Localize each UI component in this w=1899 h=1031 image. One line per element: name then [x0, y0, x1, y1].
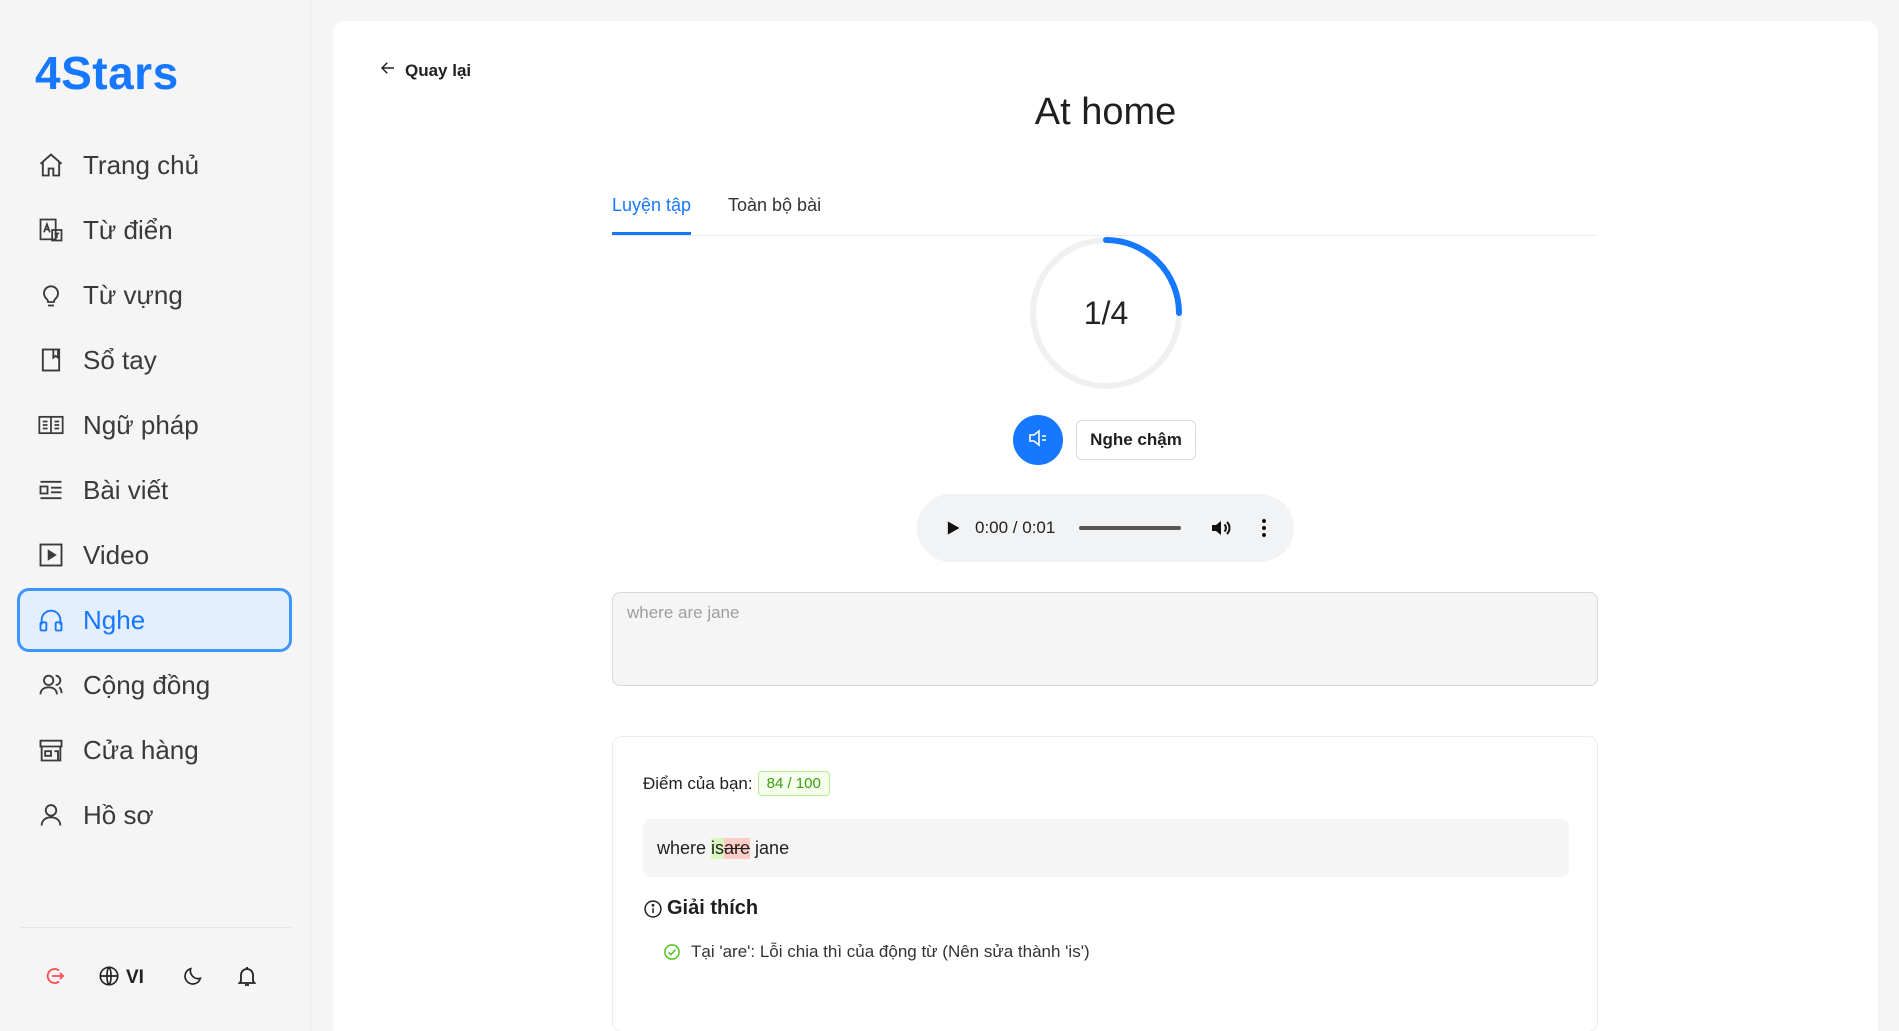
back-label: Quay lại — [405, 60, 472, 80]
back-button[interactable]: Quay lại — [379, 59, 471, 82]
progress-ring: 1/4 — [1028, 235, 1184, 391]
diff-deleted: are — [724, 837, 751, 859]
diff-text: jane — [750, 837, 790, 858]
sidebar-item-label: Video — [83, 539, 150, 570]
sidebar-item-listening[interactable]: Nghe — [17, 588, 292, 652]
diff-text: where — [657, 837, 712, 858]
tab-full-lesson[interactable]: Toàn bộ bài — [728, 195, 821, 232]
sidebar-item-store[interactable]: Cửa hàng — [17, 718, 292, 782]
store-icon — [36, 735, 66, 765]
notebook-icon — [36, 345, 66, 375]
slow-listen-button[interactable]: Nghe chậm — [1076, 420, 1196, 460]
speaker-icon — [1026, 426, 1050, 455]
explanation-item: Tại 'are': Lỗi chia thì của động từ (Nên… — [663, 942, 1090, 962]
sidebar-item-label: Từ vựng — [83, 279, 183, 310]
tab-practice[interactable]: Luyện tập — [612, 195, 692, 235]
sidebar: 4Stars Trang chủ Từ điển Từ vựng Sổ tay — [0, 0, 311, 1031]
sidebar-item-label: Nghe — [83, 604, 146, 635]
audio-time: 0:00 / 0:01 — [975, 518, 1056, 537]
sidebar-item-label: Trang chủ — [83, 149, 200, 180]
answer-input[interactable]: where are jane — [612, 592, 1598, 686]
page-title: At home — [1034, 91, 1177, 133]
tab-bar: Luyện tập Toàn bộ bài — [612, 171, 1598, 236]
explanation-title: Giải thích — [667, 897, 759, 919]
score-badge: 84 / 100 — [757, 771, 830, 796]
language-switcher[interactable]: VI — [98, 963, 144, 993]
sidebar-item-profile[interactable]: Hồ sơ — [17, 783, 292, 847]
headphones-icon — [36, 605, 66, 635]
sidebar-item-vocabulary[interactable]: Từ vựng — [17, 263, 292, 327]
logout-button[interactable] — [42, 963, 66, 993]
sidebar-item-label: Sổ tay — [83, 344, 157, 375]
dictionary-icon — [36, 215, 66, 245]
home-icon — [36, 150, 66, 180]
app-logo[interactable]: 4Stars — [35, 46, 179, 100]
community-icon — [36, 670, 66, 700]
explanation-heading: Giải thích — [643, 897, 758, 920]
score-row: Điểm của bạn: 84 / 100 — [643, 771, 830, 796]
audio-seek-bar[interactable] — [1079, 526, 1181, 530]
sidebar-item-label: Bài viết — [83, 474, 169, 505]
result-card: Điểm của bạn: 84 / 100 where is are jane … — [612, 736, 1598, 1031]
sidebar-item-label: Cộng đồng — [83, 669, 211, 700]
sidebar-footer: VI — [20, 927, 291, 1007]
globe-icon — [98, 965, 120, 992]
sidebar-item-label: Cửa hàng — [83, 734, 199, 765]
bell-icon — [235, 964, 259, 993]
language-label: VI — [126, 967, 144, 988]
sidebar-item-label: Từ điển — [83, 214, 173, 245]
logout-icon — [42, 964, 66, 993]
lightbulb-icon — [36, 280, 66, 310]
audio-play-icon[interactable] — [942, 518, 962, 543]
arrow-left-icon — [379, 59, 397, 82]
moon-icon — [182, 965, 204, 992]
sidebar-item-label: Hồ sơ — [83, 799, 154, 830]
article-icon — [36, 475, 66, 505]
sidebar-item-community[interactable]: Cộng đồng — [17, 653, 292, 717]
sidebar-nav: Trang chủ Từ điển Từ vựng Sổ tay Ngữ phá… — [17, 133, 292, 848]
notifications-button[interactable] — [235, 963, 259, 993]
profile-icon — [36, 800, 66, 830]
score-label: Điểm của bạn: — [643, 773, 753, 793]
volume-icon[interactable] — [1209, 516, 1233, 545]
sidebar-item-articles[interactable]: Bài viết — [17, 458, 292, 522]
sidebar-item-home[interactable]: Trang chủ — [17, 133, 292, 197]
explanation-text: Tại 'are': Lỗi chia thì của động từ (Nên… — [691, 942, 1090, 961]
sidebar-item-dictionary[interactable]: Từ điển — [17, 198, 292, 262]
play-audio-button[interactable] — [1013, 415, 1063, 465]
book-open-icon — [36, 410, 66, 440]
info-icon — [643, 899, 663, 919]
sidebar-item-notebook[interactable]: Sổ tay — [17, 328, 292, 392]
sidebar-item-video[interactable]: Video — [17, 523, 292, 587]
check-circle-icon — [663, 943, 681, 961]
answer-diff: where is are jane — [643, 819, 1569, 877]
video-icon — [36, 540, 66, 570]
dark-mode-toggle[interactable] — [182, 963, 204, 993]
more-options-icon[interactable] — [1252, 516, 1276, 545]
diff-inserted: is — [711, 837, 725, 859]
main-panel: Quay lại At home Luyện tập Toàn bộ bài 1… — [333, 21, 1878, 1031]
sidebar-item-label: Ngữ pháp — [83, 409, 199, 440]
audio-player: 0:00 / 0:01 — [917, 494, 1294, 562]
sidebar-item-grammar[interactable]: Ngữ pháp — [17, 393, 292, 457]
progress-text: 1/4 — [1083, 294, 1129, 331]
